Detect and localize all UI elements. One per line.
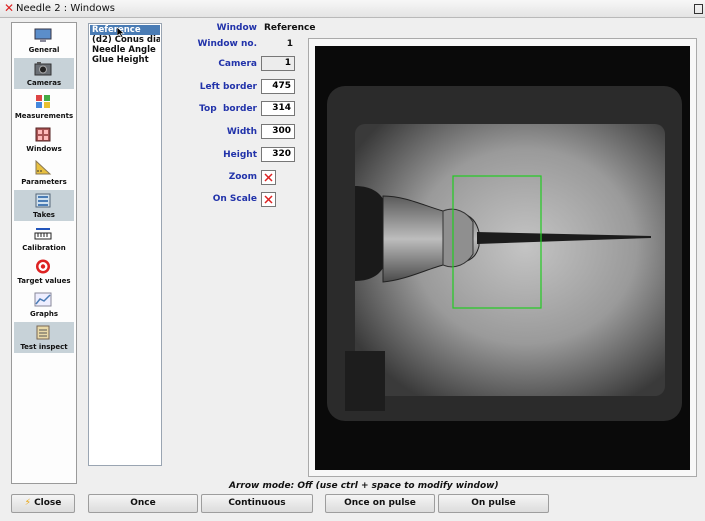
width-label: Width xyxy=(226,127,257,137)
target-icon xyxy=(36,259,50,274)
lightning-icon: ⚡ xyxy=(24,498,31,508)
graph-icon xyxy=(34,292,52,307)
on-scale-label: On Scale xyxy=(212,194,257,204)
camera-image xyxy=(315,46,690,470)
window-value: Reference xyxy=(264,23,316,33)
camera-label: Camera xyxy=(218,59,257,69)
calibration-icon xyxy=(34,228,52,240)
on-scale-checkbox[interactable] xyxy=(261,192,276,207)
sidebar-item-label: Calibration xyxy=(22,244,66,252)
camera-viewer[interactable] xyxy=(308,38,697,477)
mouse-cursor-icon xyxy=(117,27,125,38)
grid-icon xyxy=(36,95,50,108)
sidebar-item-label: Windows xyxy=(26,145,62,153)
sidebar: General Cameras Measurements Windows Par… xyxy=(11,22,77,484)
window-no-value: 1 xyxy=(286,39,293,49)
clipboard-icon xyxy=(36,325,50,340)
list-item[interactable]: (d2) Conus dia xyxy=(90,35,160,45)
once-button[interactable]: Once xyxy=(88,494,198,513)
camera-icon xyxy=(34,62,52,76)
monitor-icon xyxy=(34,28,52,42)
height-field[interactable]: 320 xyxy=(261,147,295,162)
sidebar-item-label: Graphs xyxy=(29,310,59,318)
sidebar-item-label: Measurements xyxy=(14,112,74,120)
sidebar-item-label: Takes xyxy=(33,211,55,219)
sidebar-item-target-values[interactable]: Target values xyxy=(14,256,74,287)
app-icon: ✕ xyxy=(4,1,15,15)
zoom-checkbox[interactable] xyxy=(261,170,276,185)
window-no-label: Window no. xyxy=(197,39,257,49)
height-label: Height xyxy=(223,150,257,160)
sidebar-item-label: Cameras xyxy=(26,79,62,87)
maximize-icon[interactable] xyxy=(694,4,703,14)
top-border-field[interactable]: 314 xyxy=(261,101,295,116)
list-item[interactable]: Needle Angle xyxy=(90,45,160,55)
left-border-label: Left border xyxy=(199,82,257,92)
sidebar-item-label: General xyxy=(28,46,60,54)
camera-field: 1 xyxy=(261,56,295,71)
sidebar-item-takes[interactable]: Takes xyxy=(14,190,74,221)
sidebar-item-windows[interactable]: Windows xyxy=(14,124,74,155)
once-on-pulse-button[interactable]: Once on pulse xyxy=(325,494,435,513)
sidebar-item-parameters[interactable]: Parameters xyxy=(14,157,74,188)
close-button[interactable]: ⚡ Close xyxy=(11,494,75,513)
takes-icon xyxy=(35,193,51,208)
sidebar-item-label: Test inspect xyxy=(20,343,68,351)
on-pulse-button[interactable]: On pulse xyxy=(438,494,549,513)
left-border-field[interactable]: 475 xyxy=(261,79,295,94)
sidebar-item-graphs[interactable]: Graphs xyxy=(14,289,74,320)
sidebar-item-measurements[interactable]: Measurements xyxy=(14,91,74,122)
continuous-button[interactable]: Continuous xyxy=(201,494,313,513)
close-icon xyxy=(264,173,273,182)
arrow-mode-status: Arrow mode: Off (use ctrl + space to mod… xyxy=(229,481,499,491)
sidebar-item-calibration[interactable]: Calibration xyxy=(14,223,74,254)
close-icon xyxy=(264,195,273,204)
title-bar: ✕ Needle 2 : Windows xyxy=(0,0,705,18)
sidebar-item-label: Target values xyxy=(17,277,71,285)
windows-icon xyxy=(35,127,51,142)
sidebar-item-cameras[interactable]: Cameras xyxy=(14,58,74,89)
window-title: Needle 2 : Windows xyxy=(16,3,115,14)
list-item[interactable]: Reference xyxy=(90,25,160,35)
sidebar-item-label: Parameters xyxy=(21,178,67,186)
ruler-icon xyxy=(35,160,52,175)
close-button-label: Close xyxy=(34,498,62,508)
window-label: Window xyxy=(216,23,257,33)
zoom-label: Zoom xyxy=(228,172,257,182)
sidebar-item-general[interactable]: General xyxy=(14,25,74,56)
window-list[interactable]: Reference (d2) Conus dia Needle Angle Gl… xyxy=(88,23,162,466)
sidebar-item-test-inspect[interactable]: Test inspect xyxy=(14,322,74,353)
width-field[interactable]: 300 xyxy=(261,124,295,139)
top-border-label: Top border xyxy=(199,104,257,114)
list-item[interactable]: Glue Height xyxy=(90,55,160,65)
